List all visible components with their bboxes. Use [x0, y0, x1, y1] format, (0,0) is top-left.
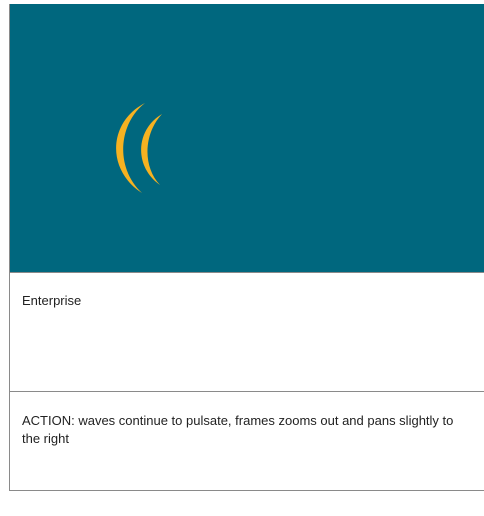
storyboard-frame: Enterprise ACTION: waves continue to pul… [9, 4, 484, 491]
action-text: ACTION: waves continue to pulsate, frame… [22, 413, 454, 446]
inner-wave-arc [141, 114, 162, 185]
caption-text: Enterprise [22, 293, 82, 308]
caption-box: Enterprise [10, 272, 484, 392]
outer-wave-arc [116, 103, 145, 193]
storyboard-visual [10, 4, 484, 272]
sound-waves-icon [116, 103, 162, 193]
action-box: ACTION: waves continue to pulsate, frame… [10, 392, 484, 491]
